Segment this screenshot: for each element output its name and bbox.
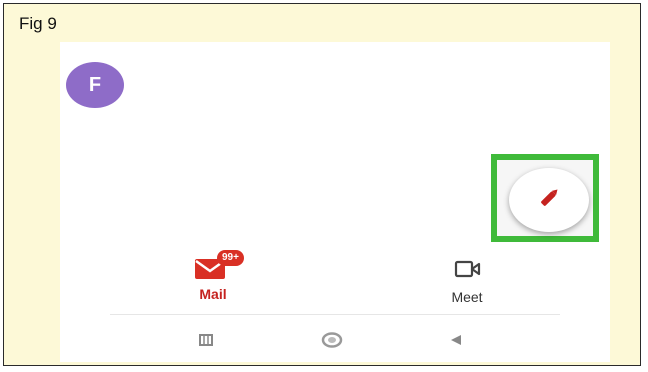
avatar-letter: F [88,73,102,96]
tab-mail-label: Mail [199,286,227,302]
account-avatar[interactable]: F [66,62,124,108]
mail-icon-group: 99+ [193,250,244,286]
mail-icon [193,259,227,286]
home-icon [321,331,343,353]
figure-label: Fig 9 [19,14,57,33]
figure-frame: Fig 9 F 99+ Mail Meet [3,3,641,366]
compose-button[interactable] [509,168,589,232]
tab-meet-label: Meet [451,289,483,305]
home-button[interactable] [321,331,343,353]
pencil-icon [534,183,564,218]
nav-divider [110,314,560,315]
video-camera-icon [450,256,484,287]
tab-meet[interactable]: Meet [432,256,502,305]
back-button[interactable] [446,332,466,352]
recents-button[interactable] [196,332,216,352]
recents-icon [199,333,213,351]
phone-screen: F 99+ Mail Meet [60,42,610,362]
back-icon [449,333,463,352]
tab-mail[interactable]: 99+ Mail [178,250,248,302]
unread-badge: 99+ [217,250,244,266]
